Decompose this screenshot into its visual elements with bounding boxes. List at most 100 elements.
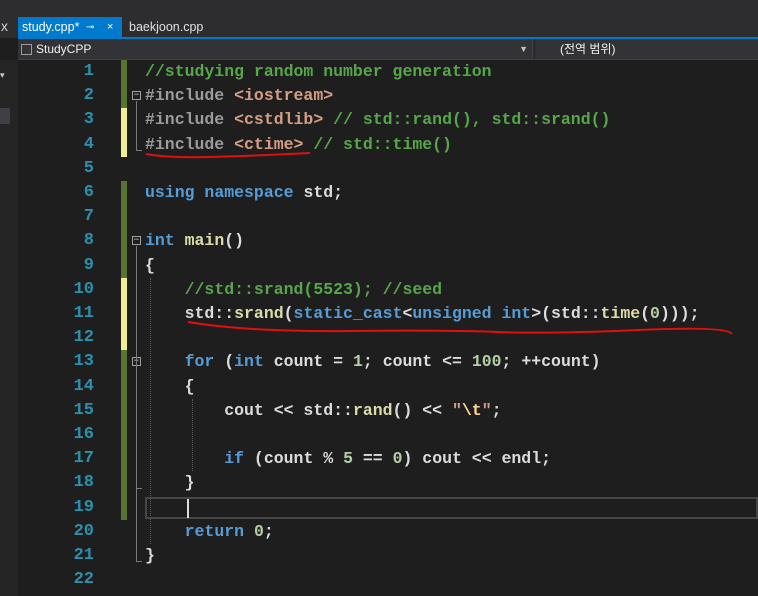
code-token: // std::rand(), std::srand()	[323, 110, 611, 130]
tab-label: baekjoon.cpp	[129, 20, 204, 34]
side-panel: ▾	[0, 60, 18, 596]
saved-change-marker	[121, 398, 127, 423]
code-line[interactable]: return 0;	[145, 520, 274, 544]
code-token: ;	[491, 400, 502, 420]
code-token: }	[145, 546, 155, 565]
code-token: rand	[352, 400, 393, 420]
code-token: {	[145, 255, 155, 275]
unsaved-change-marker	[121, 132, 127, 157]
code-line[interactable]: if (count % 5 == 0) cout << endl;	[145, 447, 551, 471]
project-name: StudyCPP	[36, 42, 92, 56]
tab-study-cpp[interactable]: study.cpp* ⊸ ×	[18, 17, 122, 38]
code-editor[interactable]: 12345678910111213141516171819202122 −−− …	[18, 60, 758, 596]
scope-dropdown[interactable]: (전역 범위)	[536, 39, 758, 59]
code-token: (	[640, 304, 651, 323]
code-line[interactable]: int main()	[145, 229, 244, 253]
saved-change-marker	[121, 374, 127, 399]
line-number: 18	[73, 473, 94, 493]
code-line[interactable]: #include <ctime> // std::time()	[145, 133, 452, 157]
code-token: (	[214, 352, 235, 372]
code-token: static_cast	[293, 304, 403, 323]
outline-line	[136, 367, 137, 489]
line-number: 9	[83, 255, 94, 275]
code-token: unsigned	[412, 304, 492, 323]
code-token: () <<	[392, 400, 452, 420]
panel-scroll-thumb[interactable]	[0, 108, 10, 124]
line-number: 5	[83, 158, 94, 178]
code-line[interactable]: #include <cstdlib> // std::rand(), std::…	[145, 108, 610, 132]
line-number: 10	[73, 279, 94, 299]
code-token: <iostream>	[234, 86, 334, 106]
tab-label: study.cpp*	[22, 20, 80, 34]
code-line[interactable]: #include <iostream>	[145, 84, 333, 108]
line-number: 22	[73, 570, 94, 590]
line-number: 14	[73, 376, 94, 396]
code-token: 5	[343, 449, 353, 469]
line-number: 8	[83, 231, 94, 251]
code-line[interactable]: }	[145, 544, 155, 568]
code-line[interactable]: //studying random number generation	[145, 60, 492, 84]
saved-change-marker	[121, 423, 127, 448]
code-token: ;	[263, 521, 274, 541]
code-token: {	[145, 376, 195, 396]
code-token: (	[283, 304, 294, 323]
code-line[interactable]: //std::srand(5523); //seed	[145, 278, 442, 302]
code-line[interactable]: using namespace std;	[145, 181, 343, 205]
line-number: 7	[83, 207, 94, 227]
saved-change-marker	[121, 471, 127, 496]
code-line[interactable]: }	[145, 471, 195, 495]
project-dropdown[interactable]: StudyCPP ▼	[18, 39, 533, 59]
code-line[interactable]: std::srand(static_cast<unsigned int>(std…	[145, 302, 700, 326]
code-line[interactable]: for (int count = 1; count <= 100; ++coun…	[145, 350, 601, 374]
line-number: 4	[83, 134, 94, 154]
tab-baekjoon-cpp[interactable]: baekjoon.cpp	[125, 17, 215, 38]
code-token: <cstdlib>	[234, 110, 324, 130]
code-token: "	[451, 400, 462, 420]
code-token: >(std::	[531, 304, 601, 323]
code-token: srand	[234, 304, 284, 323]
code-token: time	[600, 304, 641, 323]
code-token: #include	[145, 110, 235, 130]
code-line[interactable]: {	[145, 375, 195, 399]
code-line[interactable]: {	[145, 254, 155, 278]
line-number: 13	[73, 352, 94, 372]
close-icon[interactable]: ×	[107, 17, 113, 38]
panel-dropdown-icon[interactable]: ▾	[0, 70, 10, 84]
code-token: std;	[293, 183, 344, 202]
code-token: \t	[461, 400, 482, 420]
collapse-icon[interactable]: −	[132, 236, 141, 246]
code-token: <	[402, 304, 413, 323]
code-token: for	[184, 352, 215, 372]
code-token: main	[184, 231, 225, 251]
outline-end	[136, 561, 142, 562]
line-number: 11	[73, 304, 94, 323]
panel-close-icon[interactable]: x	[0, 14, 15, 38]
collapse-icon[interactable]: −	[132, 91, 141, 101]
line-number: 19	[73, 497, 94, 517]
code-token: int	[234, 352, 264, 372]
line-number: 2	[83, 86, 94, 106]
unsaved-change-marker	[121, 277, 127, 302]
line-number: 1	[83, 62, 94, 81]
outline-line	[136, 101, 137, 150]
line-number: 3	[83, 110, 94, 130]
line-number: 20	[73, 521, 94, 541]
code-token: (count %	[244, 449, 344, 469]
code-token: 0	[650, 304, 660, 323]
code-token: // std::time()	[303, 134, 452, 154]
code-token: using	[145, 183, 195, 202]
pin-icon[interactable]: ⊸	[86, 17, 94, 38]
line-number: 12	[73, 328, 94, 348]
code-line[interactable]: cout << std::rand() << "\t";	[145, 399, 502, 423]
code-token: ; ++count)	[501, 352, 601, 372]
code-token: 0	[253, 521, 264, 541]
code-token: ; count <=	[362, 352, 472, 372]
saved-change-marker	[121, 60, 127, 85]
code-token: int	[501, 304, 532, 323]
line-number: 17	[73, 449, 94, 469]
code-token: #include	[145, 86, 235, 106]
tab-strip: x study.cpp* ⊸ × baekjoon.cpp	[0, 0, 758, 38]
code-token: //studying random number generation	[145, 62, 492, 81]
